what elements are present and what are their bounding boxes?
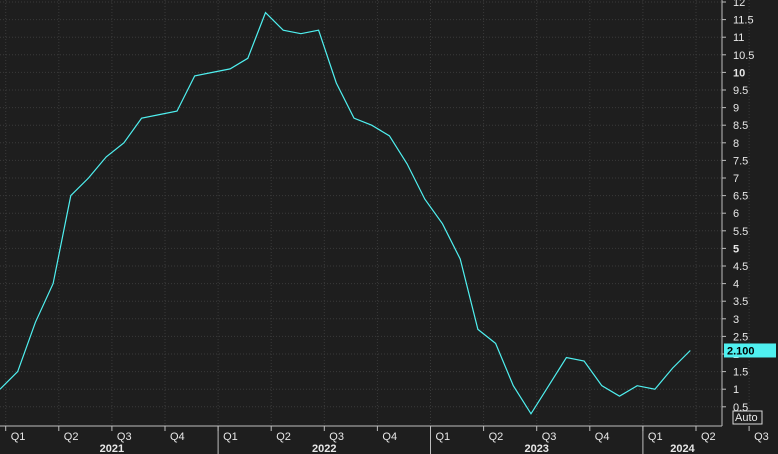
last-value-label: 2.100 [727,345,755,357]
y-tick-label: 11.5 [733,15,754,27]
x-quarter-label: Q2 [489,431,504,443]
x-axis-ticks: Q1Q2Q3Q4Q1Q2Q3Q4Q1Q2Q3Q4Q1Q2Q3Q4Q1Q2 [5,426,769,443]
year-label: 2021 [100,443,124,454]
y-tick-label: 4 [733,279,739,291]
series-point [530,413,532,415]
y-tick-label: 6.5 [733,191,748,203]
y-tick-label: 9.5 [733,85,748,97]
autoscale-label[interactable]: Auto [735,412,758,424]
series-point [459,258,461,260]
y-tick-label: 2.5 [733,331,748,343]
series-point [495,342,497,344]
series-point [88,177,90,179]
y-tick-label: 8 [733,138,739,150]
last-value-badge: 2.100 [724,343,776,358]
year-label: 2024 [670,443,695,454]
y-tick-label: 11 [733,32,744,44]
y-tick-label: 5.5 [733,226,748,238]
series-point [70,195,72,197]
x-quarter-label: Q1 [223,431,238,443]
series-point [565,357,567,359]
x-quarter-label: Q1 [648,431,663,443]
series-point [636,385,638,387]
series-point [141,117,143,119]
y-tick-label: 9 [733,103,739,115]
series-point [672,367,674,369]
series-point [123,142,125,144]
line-chart: 0.511.522.533.544.555.566.577.588.599.51… [0,0,776,454]
series-point [654,388,656,390]
series-point [158,114,160,116]
series-point [17,371,19,373]
series-point [211,71,213,73]
series-point [371,124,373,126]
series-point [689,350,691,352]
x-quarter-label: Q2 [701,431,716,443]
series-point [282,29,284,31]
series-point [548,385,550,387]
series-point [353,117,355,119]
series-point [619,395,621,397]
series-point [34,321,36,323]
series-point [601,385,603,387]
y-tick-label: 1 [733,384,739,396]
series-point [265,12,267,14]
y-tick-label: 5 [733,243,739,255]
series-point [105,156,107,158]
y-tick-label: 8.5 [733,120,748,132]
year-label: 2022 [312,443,336,454]
y-tick-label: 6 [733,208,739,220]
x-quarter-label: Q3 [754,431,769,443]
x-quarter-label: Q1 [436,431,451,443]
y-tick-label: 3.5 [733,296,748,308]
y-tick-label: 7 [733,173,739,185]
y-tick-label: 10 [733,67,745,79]
series-point [52,283,54,285]
x-quarter-label: Q4 [595,431,610,443]
y-tick-label: 3 [733,314,739,326]
series-point [424,198,426,200]
series-point [318,29,320,31]
x-quarter-label: Q3 [329,431,344,443]
x-quarter-label: Q1 [11,431,26,443]
series-point [335,82,337,84]
series-point [194,75,196,77]
y-tick-label: 4.5 [733,261,748,273]
x-quarter-label: Q2 [64,431,79,443]
series-point [229,68,231,70]
series-point [512,385,514,387]
series-point [300,33,302,35]
year-label: 2023 [524,443,548,454]
x-quarter-label: Q4 [170,431,185,443]
series-point [406,163,408,165]
x-quarter-label: Q4 [382,431,397,443]
y-tick-label: 7.5 [733,155,748,167]
x-quarter-label: Q2 [276,431,291,443]
series-point [247,57,249,59]
series-point [176,110,178,112]
x-quarter-label: Q3 [117,431,132,443]
series-point [583,360,585,362]
y-tick-label: 10.5 [733,50,754,62]
y-tick-label: 1.5 [733,367,748,379]
autoscale-button[interactable]: Auto [732,410,763,425]
x-quarter-label: Q3 [542,431,557,443]
y-tick-label: 12 [733,0,745,9]
series-point [388,135,390,137]
series-point [442,223,444,225]
series-point [477,328,479,330]
